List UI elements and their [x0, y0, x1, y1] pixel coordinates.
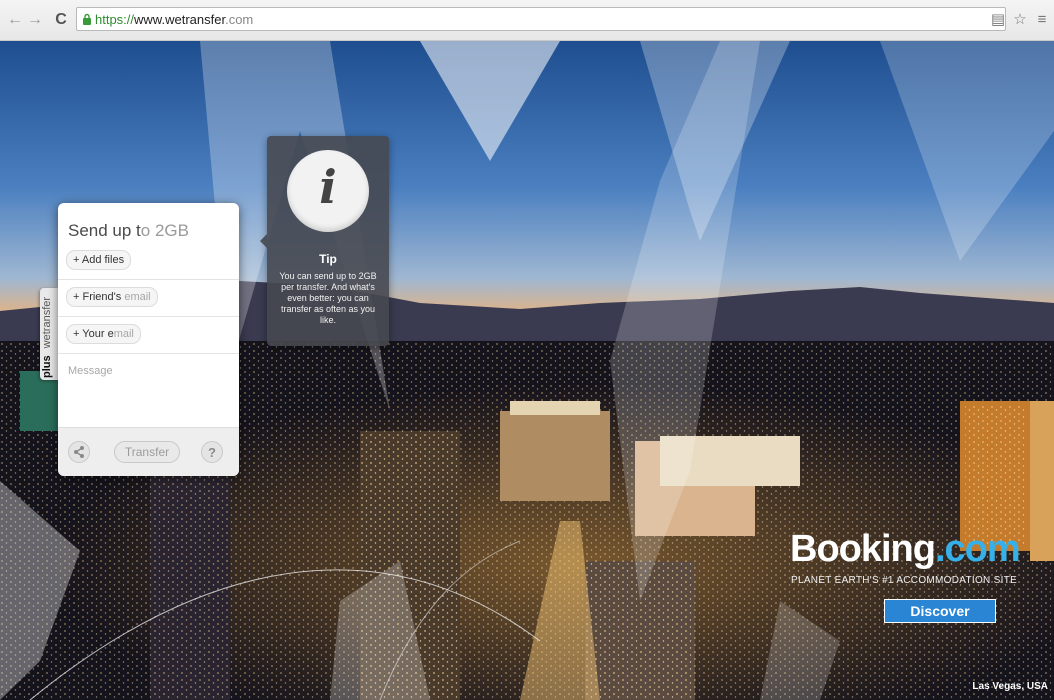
side-tab-text: plus wetransfer — [41, 290, 57, 378]
url-tld: .com — [225, 12, 254, 27]
panel-title-start: Send up t — [68, 221, 141, 240]
panel-title: Send up to 2GB — [68, 221, 189, 241]
booking-logo[interactable]: Booking.com — [790, 528, 1021, 571]
your-email-placeholder: mail — [113, 328, 134, 340]
reload-icon[interactable]: C — [52, 11, 70, 29]
panel-title-accent: o 2GB — [140, 221, 189, 240]
booking-logo-main: Booking — [790, 528, 936, 570]
friend-email-placeholder: email — [124, 291, 151, 303]
help-button[interactable]: ? — [201, 441, 223, 463]
friend-email-row: + Friend's email — [58, 280, 239, 317]
panel-footer: Transfer ? — [58, 427, 239, 476]
url-scheme: https:// — [95, 12, 135, 27]
transfer-panel: Send up to 2GB + Add files + Friend's em… — [58, 203, 239, 476]
add-files-row: + Add files — [58, 243, 239, 280]
side-tab-plus: plus — [41, 355, 53, 378]
lock-icon — [83, 13, 91, 25]
url-text: https://www.wetransfer.com — [95, 12, 253, 27]
friend-email-prefix: + Friend's — [73, 291, 125, 303]
wetransfer-plus-tab[interactable]: plus wetransfer — [40, 288, 58, 380]
transfer-button[interactable]: Transfer — [114, 441, 180, 463]
tip-arrow — [260, 234, 267, 248]
discover-button[interactable]: Discover — [884, 599, 996, 623]
location-caption: Las Vegas, USA — [972, 681, 1048, 692]
info-glyph: i — [319, 160, 337, 214]
friend-email-field[interactable]: + Friend's email — [66, 287, 158, 307]
message-field[interactable]: Message — [68, 365, 113, 377]
side-tab-brand: wetransfer — [41, 296, 53, 349]
tip-title: Tip — [319, 252, 337, 266]
arrow-left-icon[interactable]: ← — [6, 11, 24, 29]
your-email-prefix: + Your e — [73, 328, 114, 340]
star-icon[interactable]: ☆ — [1012, 12, 1028, 28]
ad-tagline: PLANET EARTH'S #1 ACCOMMODATION SITE — [791, 575, 1018, 586]
url-host: www.wetransfer — [134, 12, 226, 27]
arrow-right-icon[interactable]: → — [26, 11, 44, 29]
tip-text: You can send up to 2GB per transfer. And… — [279, 271, 377, 325]
share-icon[interactable] — [68, 441, 90, 463]
browser-actions: ▤ ☆ ≡ — [990, 10, 1050, 30]
info-icon: i — [287, 150, 369, 232]
tip-box: i Tip You can send up to 2GB per transfe… — [260, 136, 389, 346]
menu-icon[interactable]: ≡ — [1034, 12, 1050, 28]
address-bar[interactable]: https://www.wetransfer.com — [76, 7, 1006, 31]
your-email-field[interactable]: + Your email — [66, 324, 141, 344]
add-files-button[interactable]: + Add files — [66, 250, 132, 270]
your-email-row: + Your email — [58, 317, 239, 354]
browser-toolbar: ← → C https://www.wetransfer.com ▤ ☆ ≡ — [0, 0, 1054, 41]
extension-icon[interactable]: ▤ — [990, 12, 1006, 28]
booking-logo-tld: .com — [934, 528, 1021, 570]
